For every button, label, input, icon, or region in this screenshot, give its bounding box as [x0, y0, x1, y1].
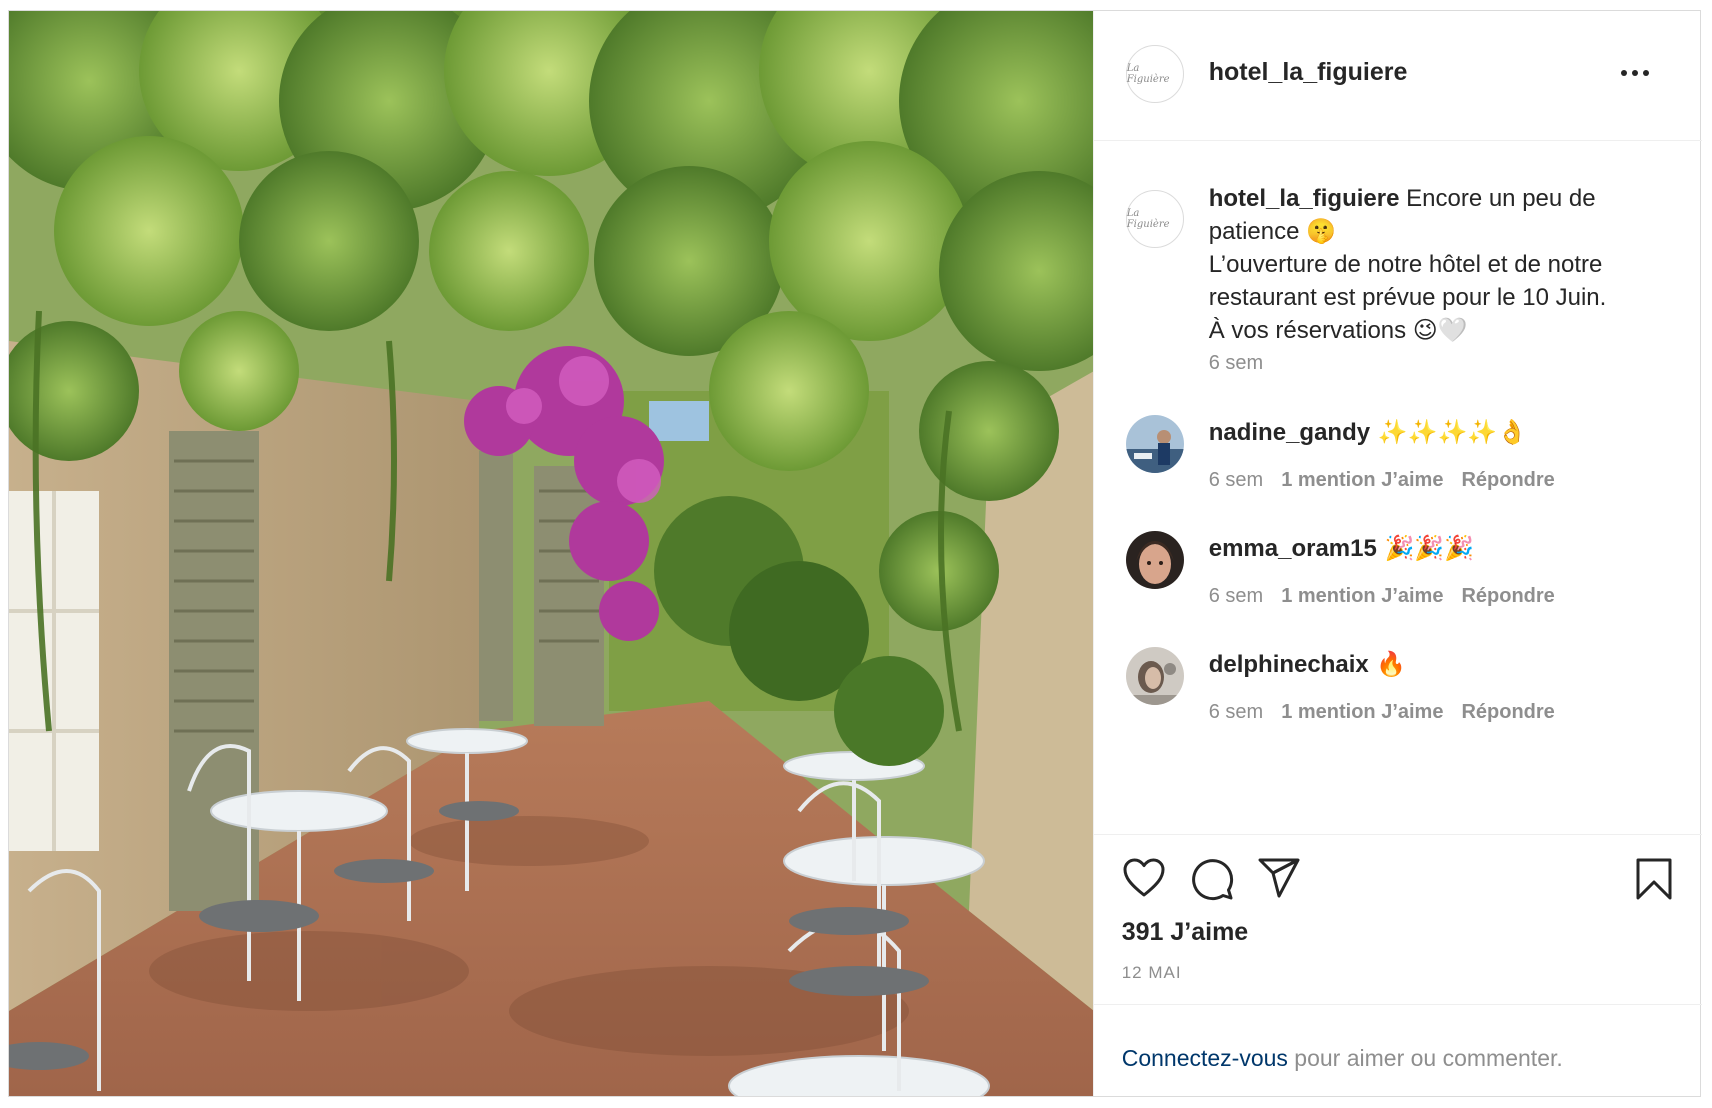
- bookmark-icon[interactable]: [1634, 857, 1674, 906]
- reply-button[interactable]: Répondre: [1461, 701, 1554, 723]
- avatar-logo-text: La Figuière: [1126, 208, 1170, 230]
- reply-button[interactable]: Répondre: [1461, 585, 1554, 607]
- caption-line3: À vos réservations 😉🤍: [1208, 317, 1468, 344]
- post-caption: hotel_la_figuiere Encore un peu de patie…: [1209, 182, 1669, 347]
- comment-text: ✨✨✨✨👌: [1370, 418, 1528, 446]
- instagram-post: La Figuière hotel_la_figuiere La Figuièr…: [8, 10, 1702, 1097]
- comment-username[interactable]: emma_oram15: [1209, 535, 1377, 562]
- avatar-logo-text: La Figuière: [1126, 63, 1170, 85]
- commenter-avatar[interactable]: [1125, 647, 1184, 705]
- photo-illustration: [9, 11, 1093, 1096]
- comment-meta: 6 sem 1 mention J’aime Répondre: [1209, 585, 1555, 608]
- caption-line2: L’ouverture de notre hôtel et de notre r…: [1208, 251, 1607, 311]
- comment-1: nadine_gandy ✨✨✨✨👌: [1209, 418, 1527, 447]
- commenter-avatar[interactable]: [1125, 531, 1184, 589]
- caption-avatar[interactable]: La Figuière: [1125, 190, 1184, 248]
- comment-likes-link[interactable]: 1 mention J’aime: [1281, 585, 1443, 607]
- comment-time: 6 sem: [1208, 469, 1264, 491]
- comment-2: emma_oram15 🎉🎉🎉: [1209, 534, 1474, 563]
- heart-icon[interactable]: [1122, 857, 1166, 904]
- comment-meta: 6 sem 1 mention J’aime Répondre: [1209, 701, 1555, 724]
- likes-count[interactable]: 391 J’aime: [1122, 918, 1249, 947]
- commenter-avatar[interactable]: [1125, 415, 1184, 473]
- more-icon[interactable]: [1620, 63, 1650, 83]
- login-prompt: Connectez-vous pour aimer ou commenter.: [1122, 1045, 1563, 1072]
- share-icon[interactable]: [1257, 857, 1301, 904]
- comment-text: 🎉🎉🎉: [1376, 534, 1475, 562]
- login-link[interactable]: Connectez-vous: [1122, 1045, 1288, 1071]
- comments-section: La Figuière hotel_la_figuiere Encore un …: [1094, 142, 1702, 834]
- comment-time: 6 sem: [1208, 701, 1264, 723]
- account-avatar[interactable]: La Figuière: [1125, 45, 1184, 103]
- comment-likes-link[interactable]: 1 mention J’aime: [1281, 469, 1443, 491]
- login-prompt-text: pour aimer ou commenter.: [1287, 1045, 1563, 1071]
- comment-icon[interactable]: [1190, 857, 1234, 906]
- post-details-panel: La Figuière hotel_la_figuiere La Figuièr…: [1092, 11, 1702, 1096]
- comment-username[interactable]: delphinechaix: [1209, 651, 1369, 678]
- comment-likes-link[interactable]: 1 mention J’aime: [1281, 701, 1443, 723]
- caption-time: 6 sem: [1208, 352, 1264, 374]
- reply-button[interactable]: Répondre: [1461, 469, 1554, 491]
- post-actions: 391 J’aime 12 MAI: [1093, 834, 1702, 1005]
- comment-3: delphinechaix 🔥: [1209, 650, 1407, 679]
- account-username[interactable]: hotel_la_figuiere: [1209, 58, 1408, 87]
- post-photo[interactable]: [9, 11, 1093, 1096]
- comment-text: 🔥: [1368, 650, 1407, 678]
- post-header: La Figuière hotel_la_figuiere: [1093, 11, 1702, 141]
- comment-username[interactable]: nadine_gandy: [1209, 419, 1370, 446]
- comment-time: 6 sem: [1208, 585, 1264, 607]
- caption-username[interactable]: hotel_la_figuiere: [1209, 185, 1400, 212]
- comment-meta: 6 sem 1 mention J’aime Répondre: [1209, 469, 1555, 492]
- post-date: 12 MAI: [1121, 963, 1182, 982]
